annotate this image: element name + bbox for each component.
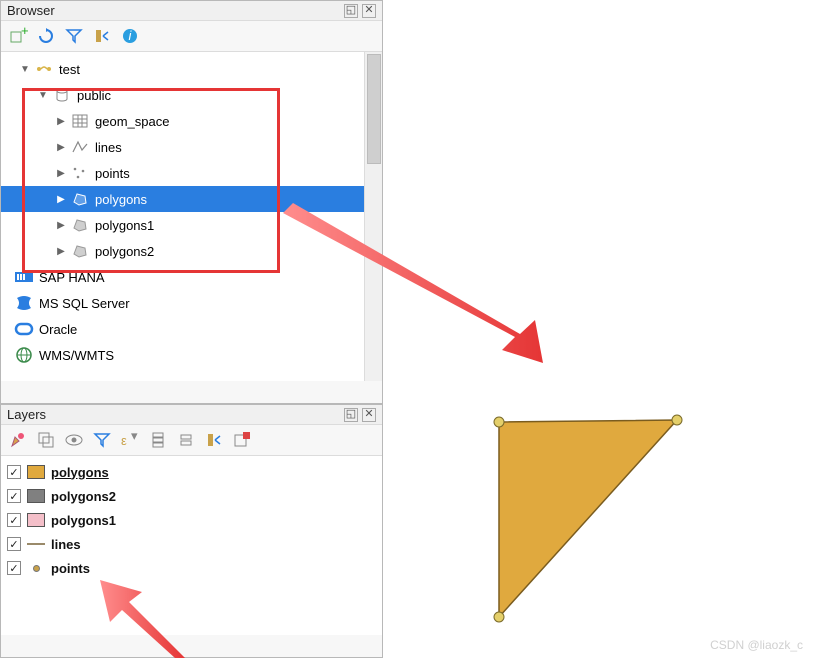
polygon-feature[interactable] xyxy=(499,420,677,617)
tree-item-wms[interactable]: WMS/WMTS xyxy=(1,342,364,368)
swatch xyxy=(27,513,45,527)
tree-item-points[interactable]: ▶ points xyxy=(1,160,364,186)
polygon-layer-icon xyxy=(71,242,89,260)
schema-icon xyxy=(53,86,71,104)
layer-row-polygons1[interactable]: ✓ polygons1 xyxy=(7,508,376,532)
checkbox[interactable]: ✓ xyxy=(7,513,21,527)
filter-icon[interactable] xyxy=(93,431,111,449)
scrollbar-thumb[interactable] xyxy=(367,54,381,164)
checkbox[interactable]: ✓ xyxy=(7,465,21,479)
tree-item-mssql[interactable]: MS SQL Server xyxy=(1,290,364,316)
vertex[interactable] xyxy=(672,415,682,425)
swatch xyxy=(27,465,45,479)
browser-toolbar: + i xyxy=(1,21,382,51)
visibility-icon[interactable] xyxy=(65,431,83,449)
tree-item-public[interactable]: ▼ public xyxy=(1,82,364,108)
collapse-icon[interactable] xyxy=(205,431,223,449)
checkbox[interactable]: ✓ xyxy=(7,561,21,575)
svg-text:ε: ε xyxy=(121,433,127,448)
layer-row-polygons[interactable]: ✓ polygons xyxy=(7,460,376,484)
oracle-icon xyxy=(15,320,33,338)
globe-icon xyxy=(15,346,33,364)
watermark: CSDN @liaozk_c xyxy=(710,638,803,652)
line-symbol xyxy=(27,543,45,545)
filter-icon[interactable] xyxy=(65,27,83,45)
tree-item-polygons[interactable]: ▶ polygons xyxy=(1,186,364,212)
tree-item-polygons2[interactable]: ▶ polygons2 xyxy=(1,238,364,264)
line-layer-icon xyxy=(71,138,89,156)
map-svg xyxy=(383,0,813,658)
tree-item-lines[interactable]: ▶ lines xyxy=(1,134,364,160)
collapse-icon[interactable] xyxy=(93,27,111,45)
style-icon[interactable] xyxy=(9,431,27,449)
expression-icon[interactable]: ε▾ xyxy=(121,431,139,449)
svg-text:+: + xyxy=(21,23,29,38)
table-icon xyxy=(71,112,89,130)
polygon-layer-icon xyxy=(71,216,89,234)
group-icon[interactable] xyxy=(37,431,55,449)
layer-label: polygons1 xyxy=(51,513,116,528)
layers-header: Layers ◱ ✕ xyxy=(1,405,382,425)
layers-panel: Layers ◱ ✕ ε▾ ✓ polygons ✓ polygons xyxy=(0,404,383,658)
checkbox[interactable]: ✓ xyxy=(7,537,21,551)
layers-title: Layers xyxy=(7,407,340,422)
browser-tree[interactable]: ▼ test ▼ public ▶ geom_space xyxy=(1,52,364,381)
browser-panel: Browser ◱ ✕ + i ▼ test ▼ xyxy=(0,0,383,404)
remove-icon[interactable] xyxy=(233,431,251,449)
info-icon[interactable]: i xyxy=(121,27,139,45)
browser-scrollbar[interactable] xyxy=(364,52,382,381)
checkbox[interactable]: ✓ xyxy=(7,489,21,503)
mssql-icon xyxy=(15,294,33,312)
undock-icon[interactable]: ◱ xyxy=(344,4,358,18)
undock-icon[interactable]: ◱ xyxy=(344,408,358,422)
polygon-layer-icon xyxy=(71,190,89,208)
tree-item-sap-hana[interactable]: SAP HANA xyxy=(1,264,364,290)
tree-item-oracle[interactable]: Oracle xyxy=(1,316,364,342)
vertex[interactable] xyxy=(494,612,504,622)
browser-header: Browser ◱ ✕ xyxy=(1,1,382,21)
tree-item-test[interactable]: ▼ test xyxy=(1,56,364,82)
layer-row-points[interactable]: ✓ points xyxy=(7,556,376,580)
browser-title: Browser xyxy=(7,3,340,18)
tree-item-polygons1[interactable]: ▶ polygons1 xyxy=(1,212,364,238)
layer-label: polygons2 xyxy=(51,489,116,504)
add-layer-icon[interactable]: + xyxy=(9,27,27,45)
layers-toolbar: ε▾ xyxy=(1,425,382,455)
layer-label: points xyxy=(51,561,90,576)
browser-tree-container: ▼ test ▼ public ▶ geom_space xyxy=(1,51,382,381)
sap-hana-icon xyxy=(15,268,33,286)
layers-list[interactable]: ✓ polygons ✓ polygons2 ✓ polygons1 ✓ lin… xyxy=(1,455,382,635)
tree-item-geom-space[interactable]: ▶ geom_space xyxy=(1,108,364,134)
point-symbol xyxy=(27,565,45,572)
layer-label: lines xyxy=(51,537,81,552)
svg-text:▾: ▾ xyxy=(131,428,138,443)
layer-label: polygons xyxy=(51,465,109,480)
vertex[interactable] xyxy=(494,417,504,427)
map-canvas[interactable] xyxy=(383,0,813,658)
layer-row-polygons2[interactable]: ✓ polygons2 xyxy=(7,484,376,508)
close-icon[interactable]: ✕ xyxy=(362,408,376,422)
point-layer-icon xyxy=(71,164,89,182)
close-icon[interactable]: ✕ xyxy=(362,4,376,18)
collapse-all-icon[interactable] xyxy=(177,431,195,449)
connection-icon xyxy=(35,60,53,78)
refresh-icon[interactable] xyxy=(37,27,55,45)
expand-all-icon[interactable] xyxy=(149,431,167,449)
swatch xyxy=(27,489,45,503)
layer-row-lines[interactable]: ✓ lines xyxy=(7,532,376,556)
